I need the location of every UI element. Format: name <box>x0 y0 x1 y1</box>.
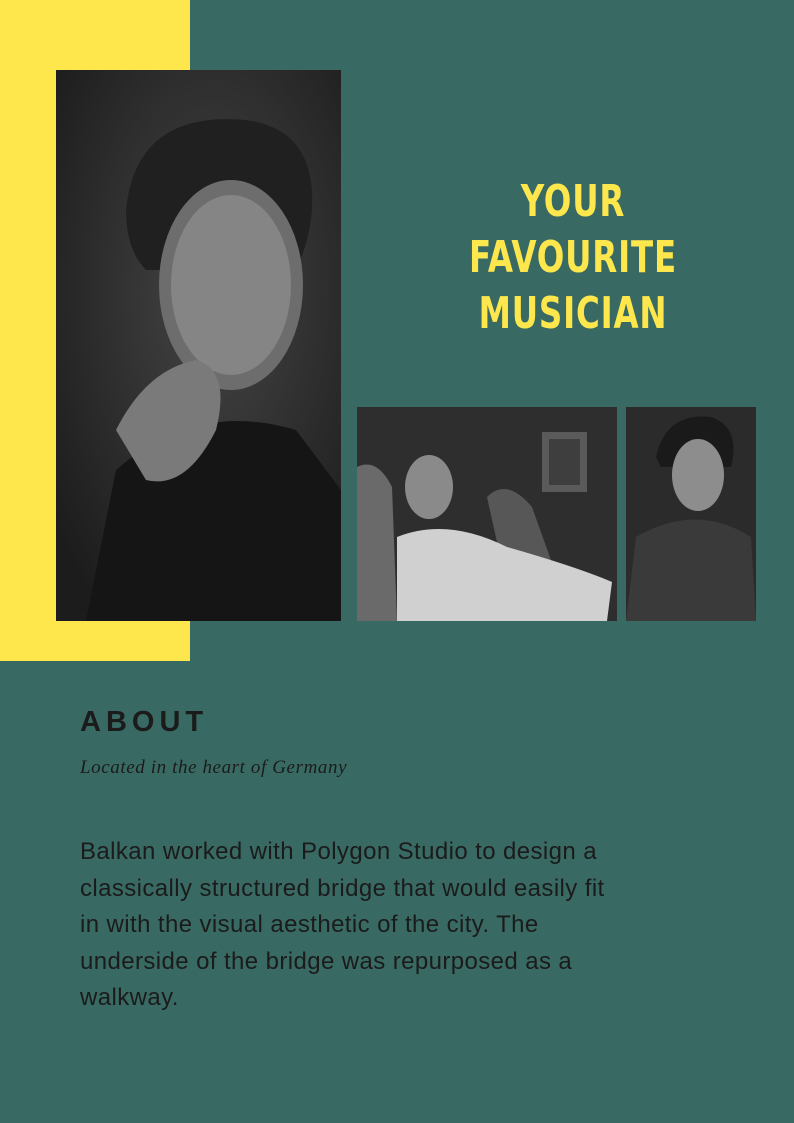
about-subtitle: Located in the heart of Germany <box>80 757 348 778</box>
musician-in-armchair-photo <box>357 407 617 621</box>
about-body-text: Balkan worked with Polygon Studio to des… <box>80 838 605 1011</box>
musician-in-armchair-image <box>357 407 617 621</box>
portrait-hand-on-chin-photo <box>56 70 341 621</box>
page-title: YOUR FAVOURITE MUSICIAN <box>469 176 677 339</box>
portrait-hand-on-chin-image <box>56 70 341 621</box>
musician-portrait-photo <box>626 407 756 621</box>
musician-portrait-image <box>626 407 756 621</box>
about-heading: ABOUT <box>80 706 209 738</box>
